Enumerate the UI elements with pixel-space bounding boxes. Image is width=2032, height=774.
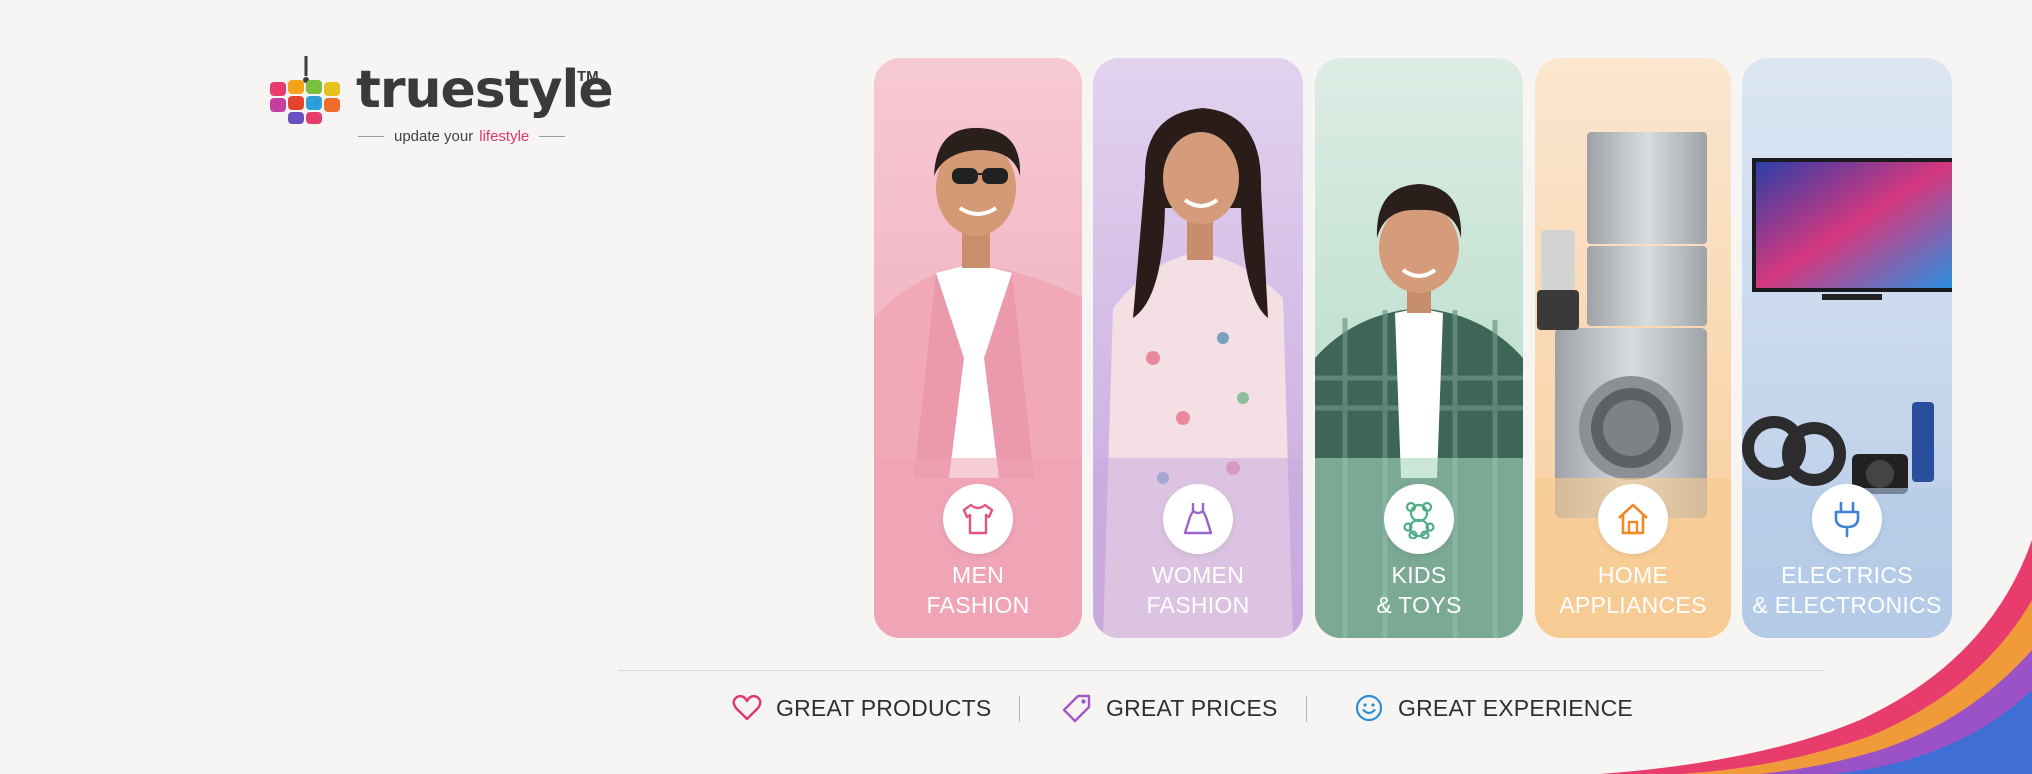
- benefit-separator: [1306, 696, 1307, 722]
- brand-name: truestyle: [356, 60, 614, 120]
- category-card-kids-toys[interactable]: KIDS & TOYS: [1315, 58, 1523, 638]
- category-card-women-fashion[interactable]: WOMEN FASHION: [1093, 58, 1303, 638]
- tshirt-icon: [962, 503, 994, 535]
- decorative-swoosh: [1600, 540, 2032, 774]
- kids-toys-badge: [1384, 484, 1454, 554]
- category-card-men-fashion[interactable]: MEN FASHION: [874, 58, 1082, 638]
- house-icon: [1618, 503, 1648, 535]
- teddy-bear-icon: [1403, 501, 1435, 539]
- category-label-line1: WOMEN: [1151, 562, 1245, 588]
- tagline-rule-right: [539, 136, 566, 137]
- tagline-prefix: update your: [394, 128, 474, 145]
- category-label-line2: FASHION: [1146, 592, 1250, 618]
- category-label: KIDS & TOYS: [1315, 560, 1523, 620]
- men-fashion-badge: [943, 484, 1013, 554]
- truestyle-logo-mark: [270, 56, 340, 124]
- brand-logo[interactable]: truestyle TM update your lifestyle: [268, 54, 614, 154]
- tagline-accent: lifestyle: [479, 128, 530, 145]
- benefit-separator: [1019, 696, 1020, 722]
- dress-icon: [1183, 503, 1213, 535]
- women-fashion-badge: [1163, 484, 1233, 554]
- plug-icon: [1834, 501, 1860, 538]
- price-tag-icon: [1062, 694, 1091, 723]
- benefit-great-products: GREAT PRODUCTS: [732, 690, 991, 726]
- benefit-great-prices: GREAT PRICES: [1062, 690, 1278, 726]
- tagline: update your lifestyle: [358, 128, 588, 145]
- category-label-line1: KIDS: [1391, 562, 1447, 588]
- category-label-line2: & TOYS: [1376, 592, 1462, 618]
- heart-icon: [732, 694, 762, 721]
- benefit-label: GREAT PRICES: [1106, 694, 1278, 721]
- benefit-label: GREAT PRODUCTS: [776, 694, 992, 721]
- category-label: WOMEN FASHION: [1093, 560, 1303, 620]
- category-label: MEN FASHION: [874, 560, 1082, 620]
- tagline-rule-left: [358, 136, 384, 137]
- category-label-line1: MEN: [951, 562, 1004, 588]
- trademark: TM: [577, 68, 599, 85]
- category-label-line2: FASHION: [926, 592, 1030, 618]
- smiley-icon: [1355, 694, 1383, 722]
